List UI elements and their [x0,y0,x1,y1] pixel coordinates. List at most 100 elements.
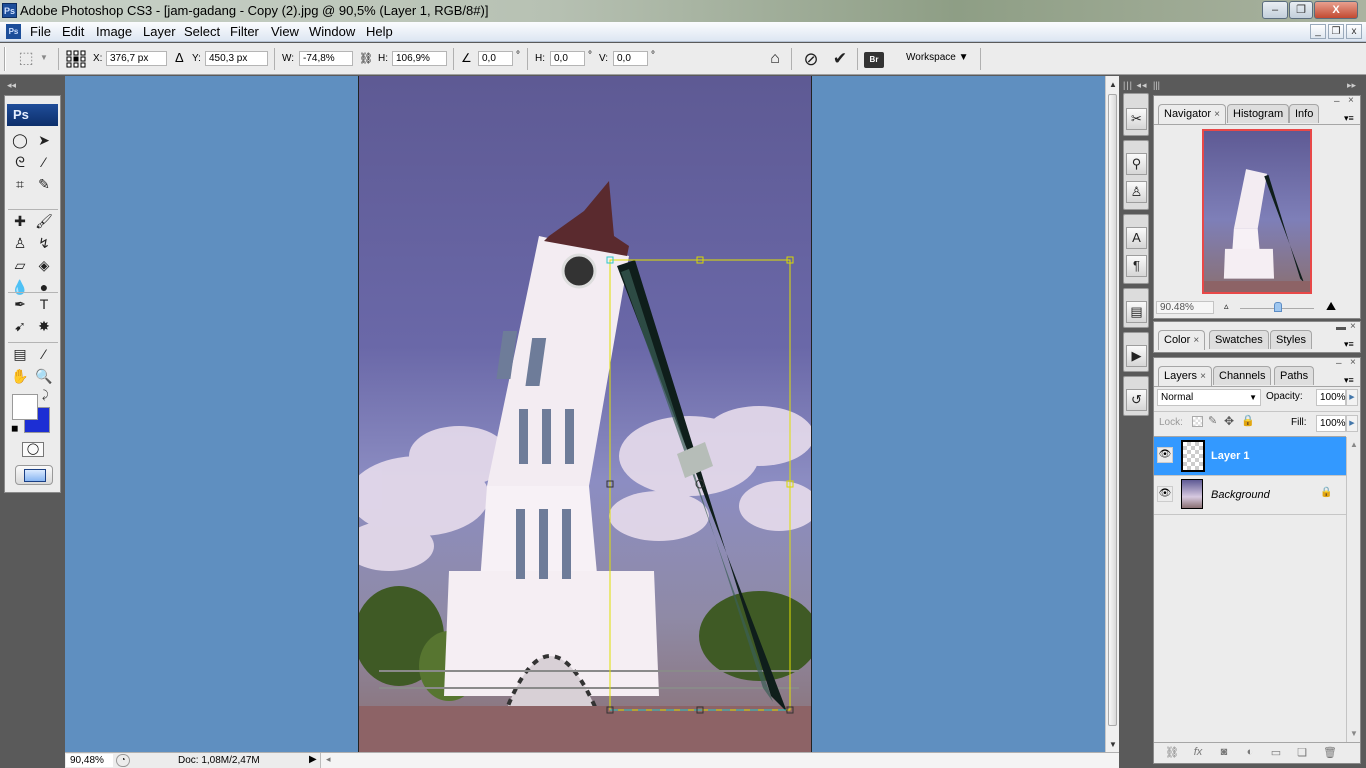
opacity-input[interactable]: 100% [1316,389,1346,406]
dock-grip[interactable]: ||| ◂◂ [1123,80,1148,91]
rotate-input[interactable]: 0,0 [478,51,513,66]
document-icon[interactable]: Ps [6,24,21,39]
menu-filter[interactable]: Filter [227,24,262,39]
document-close-button[interactable]: x [1346,24,1362,39]
menu-select[interactable]: Select [181,24,223,39]
magic-wand-tool-icon[interactable]: ⁄ [33,152,55,172]
quick-mask-icon[interactable]: ◯ [22,442,44,457]
tab-swatches[interactable]: Swatches [1209,330,1269,349]
layer-thumbnail[interactable] [1181,440,1205,472]
width-scale-input[interactable]: -74,8% [299,51,353,66]
navigator-zoom-input[interactable]: 90.48% [1156,301,1214,314]
workspace-menu[interactable]: Workspace ▼ [906,52,969,63]
grip[interactable] [4,47,6,71]
panel-menu-icon[interactable]: ▾≡ [1344,339,1354,350]
notes-tool-icon[interactable]: ▤ [9,344,31,364]
status-preview-icon[interactable]: ◔ [116,754,130,767]
eyedropper-tool-icon[interactable]: ⁄ [33,344,55,364]
move-tool-icon[interactable]: ➤ [33,130,55,150]
default-colors-icon[interactable]: ◼ [11,423,18,434]
horizontal-skew-input[interactable]: 0,0 [550,51,585,66]
layer-visibility-eye-icon[interactable]: 👁 [1157,447,1173,463]
blend-mode-select[interactable]: Normal ▼ [1157,389,1261,406]
minimize-button[interactable]: – [1262,1,1288,19]
tab-info[interactable]: Info [1289,104,1320,123]
go-to-bridge-icon[interactable]: Br [864,52,884,68]
vertical-skew-input[interactable]: 0,0 [613,51,648,66]
path-selection-tool-icon[interactable]: ➹ [9,316,31,336]
layer-name[interactable]: Layer 1 [1211,450,1250,462]
vertical-scrollbar[interactable]: ▲ ▼ [1105,76,1119,752]
hand-tool-icon[interactable]: ✋ [9,366,31,386]
foreground-color-swatch[interactable] [12,394,38,420]
layer-thumbnail[interactable] [1181,479,1203,509]
canvas-area[interactable] [65,76,1105,752]
tool-presets-icon[interactable]: ✂ [1126,108,1147,130]
tab-close-icon[interactable]: × [1214,109,1220,120]
lock-image-pixels-icon[interactable]: ✎ [1208,414,1217,427]
x-position-input[interactable]: 376,7 px [106,51,167,66]
toolbox-collapse[interactable]: ◂◂ [4,80,61,94]
layer-name[interactable]: Background [1211,489,1270,501]
swap-colors-icon[interactable]: ⤸ [42,389,49,402]
document-restore-button[interactable]: ❐ [1328,24,1344,39]
close-button[interactable]: X [1314,1,1358,19]
delete-layer-icon[interactable]: 🗑 [1320,746,1340,760]
lasso-tool-icon[interactable]: ᘓ [9,152,31,172]
panel-minimize-icon[interactable]: – [1334,96,1340,107]
eraser-tool-icon[interactable]: ▱ [9,255,31,275]
marquee-tool-icon[interactable]: ◯ [9,130,31,150]
panel-close-icon[interactable]: × [1350,357,1356,368]
fx-icon[interactable]: fx [1188,746,1208,760]
panel-close-icon[interactable]: × [1348,95,1354,106]
fill-input[interactable]: 100% [1316,415,1346,432]
document-image[interactable] [358,76,812,752]
tab-color[interactable]: Color × [1158,330,1206,350]
menu-layer[interactable]: Layer [140,24,179,39]
menu-view[interactable]: View [268,24,302,39]
menu-image[interactable]: Image [93,24,135,39]
menu-window[interactable]: Window [306,24,358,39]
maintain-aspect-link-icon[interactable]: ⛓ [359,52,373,65]
new-layer-icon[interactable]: ❏ [1292,746,1312,760]
tab-histogram[interactable]: Histogram [1227,104,1290,123]
slice-tool-icon[interactable]: ✎ [33,174,55,194]
panel-close-icon[interactable]: × [1350,321,1356,332]
type-tool-icon[interactable]: T [33,294,55,314]
tool-preset-icon[interactable]: ⬚ [16,49,36,69]
fill-slider-arrow[interactable]: ▶ [1346,415,1358,432]
tab-channels[interactable]: Channels [1213,366,1272,385]
height-scale-input[interactable]: 106,9% [392,51,447,66]
opacity-slider-arrow[interactable]: ▶ [1346,389,1358,406]
cancel-transform-icon[interactable]: ⊘ [801,49,821,69]
zoom-slider-thumb[interactable] [1274,302,1282,312]
panel-menu-icon[interactable]: ▾≡ [1344,375,1354,386]
document-minimize-button[interactable]: _ [1310,24,1326,39]
zoom-tool-icon[interactable]: 🔍 [33,366,55,386]
history-icon[interactable]: ↺ [1126,389,1147,411]
lock-position-icon[interactable]: ✥ [1224,414,1234,428]
scroll-thumb[interactable] [1108,94,1117,726]
scroll-down-arrow[interactable]: ▼ [1109,740,1117,749]
actions-icon[interactable]: ▶ [1126,345,1147,367]
menu-file[interactable]: File [27,24,54,39]
warp-mode-icon[interactable]: ⌂ [765,49,785,69]
relative-position-icon[interactable]: Δ [175,50,184,65]
layer-row[interactable]: 👁 Layer 1 [1154,437,1346,476]
new-group-icon[interactable]: ▭ [1266,746,1286,760]
tab-styles[interactable]: Styles [1270,330,1312,349]
status-menu-arrow[interactable]: ▶ [309,754,317,765]
layers-scrollbar[interactable]: ▲ ▼ [1346,437,1360,743]
screen-mode-button[interactable] [15,465,53,485]
clone-source-icon[interactable]: ♙ [1126,181,1147,203]
scroll-up-arrow[interactable]: ▲ [1350,440,1358,449]
custom-shape-tool-icon[interactable]: ✸ [33,316,55,336]
paragraph-icon[interactable]: ¶ [1126,255,1147,277]
commit-transform-icon[interactable]: ✔ [830,49,850,69]
tab-close-icon[interactable]: × [1200,371,1206,382]
panel-menu-icon[interactable]: ▾≡ [1344,113,1354,124]
character-icon[interactable]: A [1126,227,1147,249]
tab-layers[interactable]: Layers × [1158,366,1212,386]
crop-tool-icon[interactable]: ⌗ [9,174,31,194]
tool-preset-dropdown[interactable]: ▼ [40,53,48,62]
